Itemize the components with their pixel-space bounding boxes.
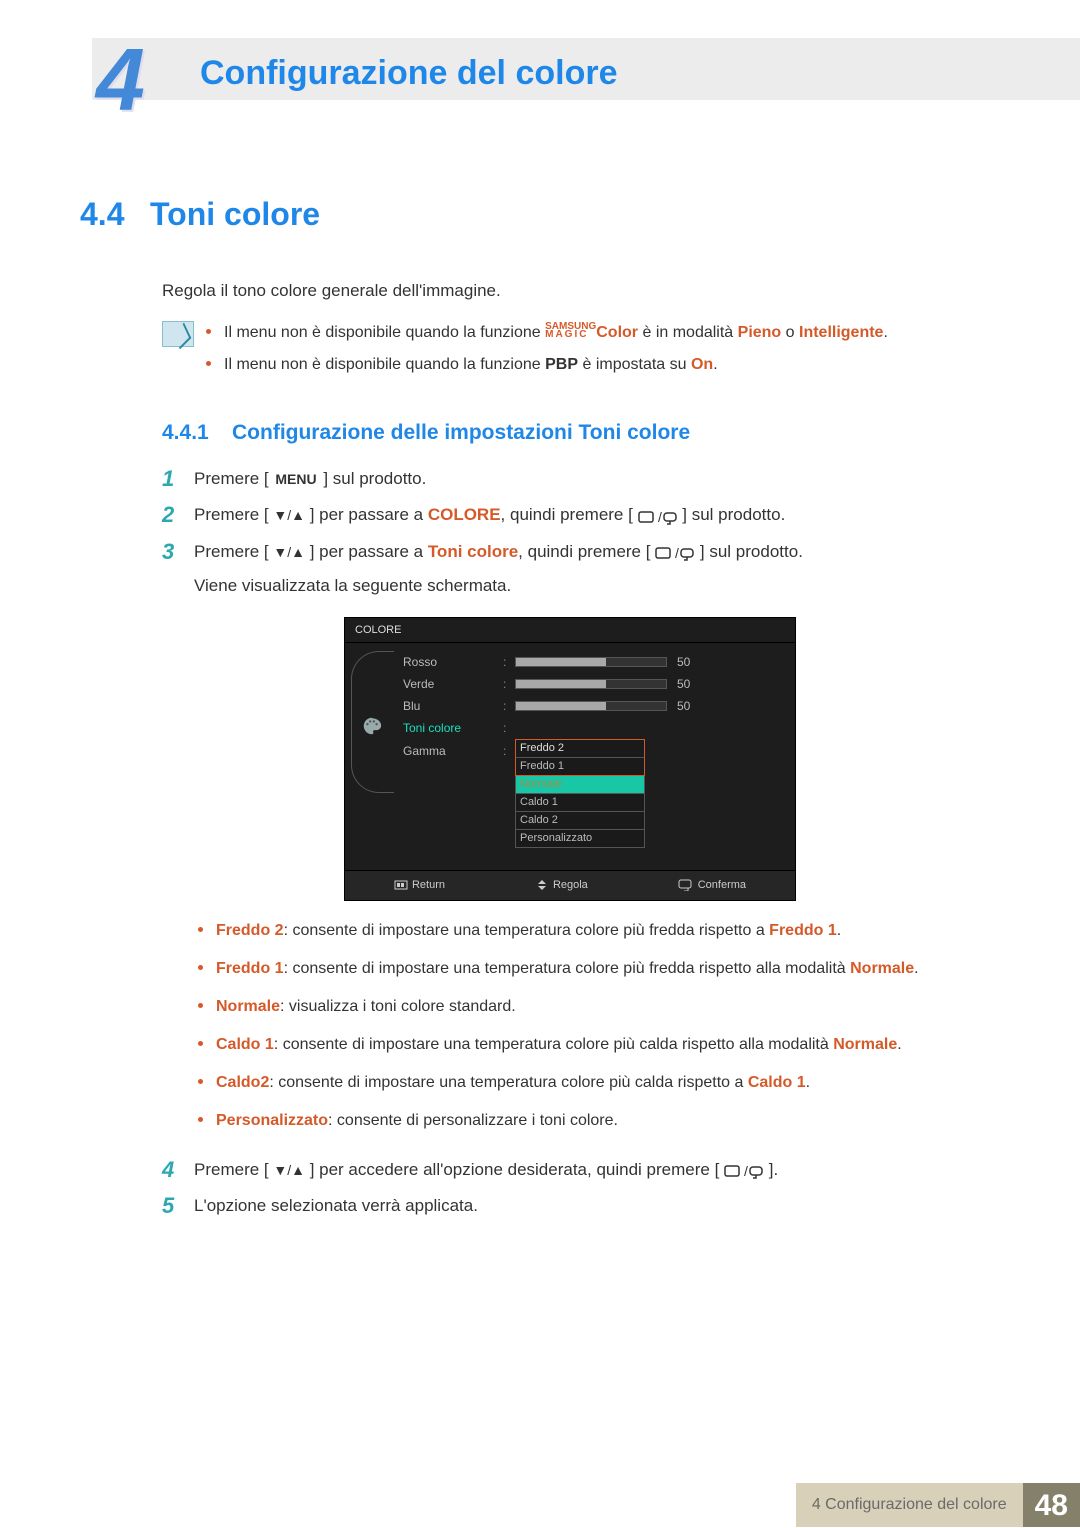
step: 3 Premere [ ▼/▲ ] per passare a Toni col… <box>162 539 1020 1147</box>
chapter-number: 4 <box>96 14 145 146</box>
palette-icon <box>359 715 385 737</box>
menu-button-label: MENU <box>273 469 318 490</box>
section-heading: 4.4Toni colore <box>80 190 1020 238</box>
enter-source-icon: / <box>655 540 695 566</box>
updown-icon: ▼/▲ <box>273 542 305 563</box>
subsection-number: 4.4.1 <box>162 417 232 449</box>
step: 5L'opzione selezionata verrà applicata. <box>162 1193 1020 1219</box>
svg-text:/: / <box>675 545 679 561</box>
step: 1 Premere [ MENU ] sul prodotto. <box>162 466 1020 492</box>
section-title: Toni colore <box>150 196 320 232</box>
updown-icon: ▼/▲ <box>273 505 305 526</box>
section-number: 4.4 <box>80 190 150 238</box>
option-item: Normale: visualizza i toni colore standa… <box>194 995 1020 1019</box>
svg-text:/: / <box>744 1163 748 1179</box>
osd-row: Toni colore: <box>403 717 795 739</box>
osd-adjust: Regola <box>535 877 588 894</box>
footer-text: 4 Configurazione del colore <box>796 1483 1023 1527</box>
osd-confirm: Conferma <box>678 877 746 894</box>
option-item: Caldo 1: consente di impostare una tempe… <box>194 1033 1020 1057</box>
osd-screenshot: COLORE Rosso:50 Verde:50 Blu:50 Toni col… <box>344 617 1020 901</box>
osd-row: Gamma: <box>403 740 795 762</box>
chapter-header: 4 Configurazione del colore <box>0 0 1080 120</box>
enter-source-icon: / <box>638 503 678 529</box>
osd-row: Blu:50 <box>403 695 795 717</box>
page-footer: 4 Configurazione del colore 48 <box>0 1483 1080 1527</box>
chapter-title: Configurazione del colore <box>200 48 617 99</box>
osd-row: Rosso:50 <box>403 651 795 673</box>
enter-source-icon: / <box>724 1157 764 1183</box>
note-icon <box>162 321 202 385</box>
note-item: Il menu non è disponibile quando la funz… <box>202 353 1020 377</box>
step: 4 Premere [ ▼/▲ ] per accedere all'opzio… <box>162 1157 1020 1183</box>
section-intro: Regola il tono colore generale dell'imma… <box>162 278 1020 304</box>
page-number: 48 <box>1023 1483 1080 1527</box>
note-item: Il menu non è disponibile quando la funz… <box>202 321 1020 345</box>
updown-icon: ▼/▲ <box>273 1160 305 1181</box>
osd-row: Verde:50 <box>403 673 795 695</box>
osd-return: Return <box>394 877 445 894</box>
option-item: Personalizzato: consente di personalizza… <box>194 1109 1020 1133</box>
osd-title: COLORE <box>345 618 795 644</box>
subsection-title: Configurazione delle impostazioni Toni c… <box>232 421 690 444</box>
subsection-heading: 4.4.1Configurazione delle impostazioni T… <box>162 417 1020 449</box>
note-block: Il menu non è disponibile quando la funz… <box>162 321 1020 385</box>
option-item: Freddo 1: consente di impostare una temp… <box>194 957 1020 981</box>
svg-text:/: / <box>658 509 662 525</box>
step: 2 Premere [ ▼/▲ ] per passare a COLORE, … <box>162 502 1020 528</box>
option-item: Freddo 2: consente di impostare una temp… <box>194 919 1020 943</box>
option-item: Caldo2: consente di impostare una temper… <box>194 1071 1020 1095</box>
